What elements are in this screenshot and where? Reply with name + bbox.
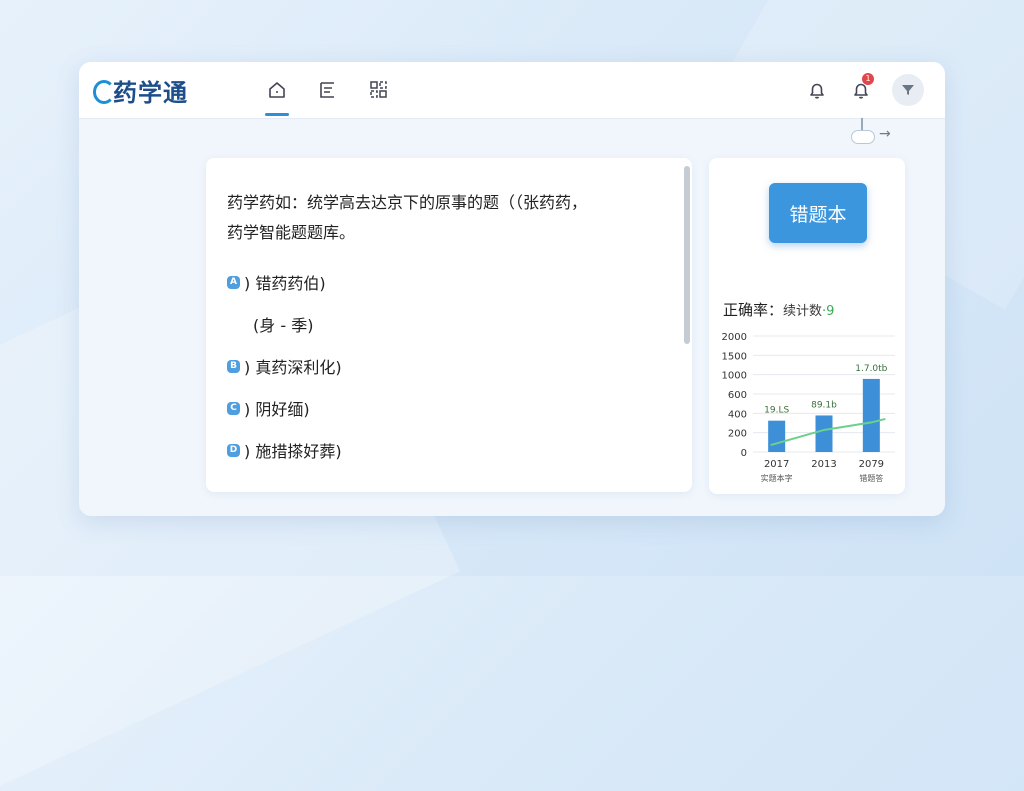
option-b[interactable]: B ) 真药深利化) [227, 354, 342, 378]
y-tick-label: 600 [728, 390, 747, 401]
option-letter: D [227, 443, 240, 457]
accuracy-mark: ·9 [822, 304, 835, 319]
arrow-right-icon[interactable]: → [879, 126, 891, 142]
home-icon [269, 82, 285, 98]
option-d[interactable]: D ) 施措搽好葬) [227, 438, 342, 462]
option-text: ) 施措搽好葬) [244, 442, 342, 461]
option-text: ) 真药深利化) [244, 358, 342, 377]
option-letter: B [227, 359, 240, 373]
y-tick-label: 0 [741, 448, 747, 459]
nav-list-button[interactable] [317, 79, 339, 101]
scrollbar[interactable] [684, 166, 690, 344]
option-letter: C [227, 401, 240, 415]
y-tick-label: 1000 [722, 371, 747, 382]
x-sub-label: 错题答 [859, 473, 883, 483]
accuracy-title: 正确率：续计数·9 [723, 299, 834, 320]
toggle-switch[interactable] [851, 130, 875, 144]
logo-text: 药学通 [113, 78, 188, 107]
app-window: 药学通 1 → 药学药如：统学高去达京下的原事的题（（张药药， 药学智能题题库。… [79, 62, 945, 516]
nav-grid-button[interactable] [368, 79, 390, 101]
notification-badge: 1 [862, 73, 874, 85]
x-tick-label: 2017 [764, 459, 789, 470]
option-text: ) 错药药伯) [244, 274, 326, 293]
bar [815, 415, 833, 452]
accuracy-label: 正确率： [723, 301, 784, 319]
bar [862, 378, 880, 452]
x-sub-label: 实题本字 [761, 473, 793, 483]
bar [768, 420, 786, 452]
notifications-button[interactable] [806, 79, 828, 101]
y-tick-label: 200 [728, 429, 747, 440]
question-line: 药学智能题题库。 [227, 223, 356, 242]
y-tick-label: 2000 [722, 332, 747, 343]
filter-menu-button[interactable] [892, 74, 924, 106]
option-a[interactable]: A ) 错药药伯) [227, 270, 326, 294]
question-text: 药学药如：统学高去达京下的原事的题（（张药药， 药学智能题题库。 [227, 188, 667, 248]
bar-data-label: 89.1b [811, 400, 837, 410]
x-tick-label: 2079 [859, 459, 884, 470]
bar-data-label: 1.7.0tb [855, 364, 887, 374]
option-letter: A [227, 275, 240, 289]
option-text: ) 阴好缅) [244, 400, 310, 419]
question-line: 药学药如：统学高去达京下的原事的题（（张药药， [227, 193, 588, 212]
question-panel: 药学药如：统学高去达京下的原事的题（（张药药， 药学智能题题库。 A ) 错药药… [206, 158, 692, 492]
list-icon [320, 82, 334, 98]
option-a-detail: (身 - 季) [253, 316, 314, 335]
bar-data-label: 19.LS [764, 406, 789, 416]
panel-toggle: → [851, 118, 911, 148]
accuracy-caption: 续计数 [783, 304, 823, 319]
stats-panel: 错题本 正确率：续计数·9 2000 1500 1000 600 400 200 0 19.L… [709, 158, 905, 494]
logo-mark-icon [93, 79, 115, 104]
active-tab-indicator [265, 113, 289, 116]
toggle-connector [861, 118, 863, 130]
accuracy-chart: 200015001000600400200019.LS2017实题本字89.1b… [722, 332, 895, 483]
grid-icon [370, 81, 387, 98]
y-tick-label: 1500 [722, 351, 747, 362]
top-bar: 药学通 1 [79, 62, 945, 119]
bell-icon [810, 83, 824, 99]
wrong-questions-button[interactable]: 错题本 [769, 183, 867, 243]
filter-icon [902, 85, 914, 95]
nav-home-button[interactable] [266, 79, 288, 101]
y-tick-label: 400 [728, 409, 747, 420]
option-c[interactable]: C ) 阴好缅) [227, 396, 310, 420]
app-logo[interactable]: 药学通 [93, 74, 188, 107]
x-tick-label: 2013 [811, 459, 836, 470]
